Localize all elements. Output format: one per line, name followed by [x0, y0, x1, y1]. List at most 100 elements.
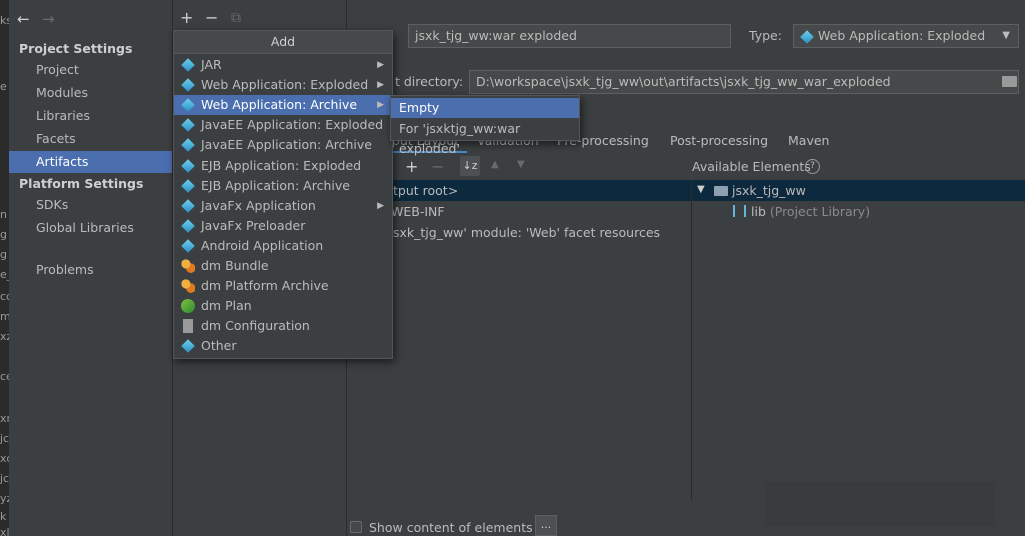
edge-fragment: yz	[0, 492, 9, 505]
settings-sidebar: ← → Project Settings Project Modules Lib…	[9, 0, 173, 536]
edge-fragment: e_	[0, 268, 9, 281]
menu-item-javafx-preloader[interactable]: JavaFx Preloader	[174, 216, 392, 236]
menu-item-label: JavaEE Application: Exploded	[201, 117, 384, 133]
globe-icon	[181, 299, 195, 314]
tree-item-facet-resources[interactable]: sxk_tjg_ww' module: 'Web' facet resource…	[393, 225, 660, 240]
artifact-name-field[interactable]: jsxk_tjg_ww:war exploded	[408, 24, 731, 48]
submenu-arrow-icon: ▶	[377, 200, 384, 211]
sidebar-item-problems[interactable]: Problems	[36, 262, 94, 277]
web-archive-submenu: Empty For 'jsxktjg_ww:war exploded'	[390, 95, 580, 156]
menu-item-label: dm Platform Archive	[201, 278, 329, 294]
submenu-item-empty[interactable]: Empty	[391, 98, 579, 118]
menu-item-javafx-application[interactable]: JavaFx Application ▶	[174, 196, 392, 216]
sidebar-item-facets[interactable]: Facets	[36, 131, 76, 146]
remove-element-button[interactable]: −	[431, 157, 444, 176]
left-edge-strip: ks e n g g e_ cc m xz ce xr jc xc jc yz …	[0, 0, 9, 536]
platform-settings-header: Platform Settings	[19, 176, 144, 191]
diamond-icon	[181, 239, 195, 253]
diamond-icon	[181, 219, 195, 233]
submenu-arrow-icon: ▶	[377, 60, 384, 70]
sidebar-item-artifacts[interactable]: Artifacts	[9, 151, 172, 173]
menu-item-jar[interactable]: JAR ▶	[174, 55, 392, 75]
folder-icon	[714, 186, 728, 196]
web-app-icon	[181, 98, 195, 112]
project-settings-header: Project Settings	[19, 41, 133, 56]
menu-item-dm-configuration[interactable]: dm Configuration	[174, 316, 392, 336]
menu-item-javaee-application-archive[interactable]: JavaEE Application: Archive	[174, 135, 392, 155]
tab-post-processing[interactable]: Post-processing	[670, 133, 768, 148]
type-select[interactable]: Web Application: Exploded ▼	[793, 24, 1019, 48]
show-content-checkbox[interactable]	[350, 521, 362, 533]
help-icon[interactable]: ?	[805, 159, 820, 174]
sidebar-item-global-libraries[interactable]: Global Libraries	[36, 220, 134, 235]
add-menu: Add JAR ▶ Web Application: Exploded ▶ Web Ap…	[173, 30, 393, 359]
bundle-icon	[181, 279, 195, 294]
tree-item-web-inf[interactable]: WEB-INF	[391, 204, 445, 219]
edge-fragment: xr	[0, 412, 9, 425]
add-element-button[interactable]: +	[405, 157, 418, 176]
diamond-icon	[181, 339, 195, 354]
artifact-editor: : jsxk_tjg_ww:war exploded Type: Web App…	[347, 0, 1025, 536]
menu-item-ejb-application-archive[interactable]: EJB Application: Archive	[174, 176, 392, 196]
tab-maven[interactable]: Maven	[788, 133, 829, 148]
move-down-button[interactable]: ▼	[517, 159, 525, 170]
menu-item-label: dm Plan	[201, 298, 252, 314]
tree-item-output-root[interactable]: tput root>	[393, 183, 458, 198]
javaee-icon	[181, 138, 195, 153]
menu-item-ejb-application-exploded[interactable]: EJB Application: Exploded	[174, 156, 392, 176]
sidebar-item-modules[interactable]: Modules	[36, 85, 88, 100]
menu-item-label: Web Application: Archive	[201, 97, 358, 113]
forward-button[interactable]: →	[42, 10, 55, 28]
tree-item-module[interactable]: jsxk_tjg_ww	[732, 183, 806, 198]
submenu-arrow-icon: ▶	[377, 100, 384, 111]
lib-name: lib	[751, 204, 766, 219]
show-content-label: Show content of elements	[369, 520, 533, 535]
submenu-item-label: For 'jsxktjg_ww:war exploded'	[399, 121, 521, 156]
edge-fragment: g	[0, 228, 7, 241]
menu-item-label: EJB Application: Exploded	[201, 157, 362, 173]
menu-item-label: EJB Application: Archive	[201, 177, 350, 193]
menu-item-dm-plan[interactable]: dm Plan	[174, 296, 392, 316]
menu-item-dm-platform-archive[interactable]: dm Platform Archive	[174, 276, 392, 296]
move-up-button[interactable]: ▲	[491, 159, 499, 170]
edge-fragment: k	[0, 510, 7, 523]
edge-fragment: ce	[0, 370, 9, 383]
output-dir-label: t directory:	[395, 74, 464, 89]
menu-item-label: JAR	[201, 57, 222, 72]
menu-item-dm-bundle[interactable]: dm Bundle	[174, 256, 392, 276]
edge-fragment: jc	[0, 472, 9, 485]
menu-item-web-application-exploded[interactable]: Web Application: Exploded ▶	[174, 75, 392, 95]
output-dir-field[interactable]: D:\workspace\jsxk_tjg_ww\out\artifacts\j…	[469, 70, 1019, 94]
menu-item-label: Web Application: Exploded	[201, 77, 369, 93]
folder-icon[interactable]	[1002, 76, 1017, 87]
submenu-arrow-icon: ▶	[377, 80, 384, 91]
menu-item-label: dm Bundle	[201, 258, 269, 273]
menu-item-android-application[interactable]: Android Application	[174, 236, 392, 256]
menu-item-javaee-application-exploded[interactable]: JavaEE Application: Exploded	[174, 115, 392, 135]
library-icon	[733, 205, 746, 217]
more-button[interactable]: ...	[535, 515, 557, 536]
remove-button[interactable]: −	[205, 8, 218, 27]
expand-arrow-icon[interactable]: ▼	[697, 184, 705, 195]
menu-item-web-application-archive[interactable]: Web Application: Archive ▶	[174, 95, 392, 116]
tree-item-lib[interactable]: lib (Project Library)	[751, 204, 870, 219]
sort-button[interactable]: ↓z	[460, 156, 480, 176]
available-tree: ▼ jsxk_tjg_ww lib (Project Library)	[691, 180, 1025, 500]
sidebar-item-libraries[interactable]: Libraries	[36, 108, 90, 123]
edge-fragment: jc	[0, 432, 9, 445]
web-app-icon	[181, 78, 195, 92]
sidebar-item-sdks[interactable]: SDKs	[36, 197, 68, 212]
edge-fragment: xc	[0, 452, 9, 465]
add-button[interactable]: +	[180, 8, 193, 27]
copy-button[interactable]: ⧉	[231, 10, 241, 26]
notification-shadow	[765, 482, 995, 526]
submenu-item-for-war-exploded[interactable]: For 'jsxktjg_ww:war exploded'	[391, 119, 579, 156]
menu-item-label: JavaFx Application	[201, 197, 316, 213]
bundle-icon	[181, 259, 195, 273]
back-button[interactable]: ←	[17, 10, 30, 28]
menu-item-label: JavaEE Application: Archive	[201, 137, 372, 153]
submenu-item-label: Empty	[399, 100, 440, 115]
sidebar-item-project[interactable]: Project	[36, 62, 79, 77]
menu-item-other[interactable]: Other	[174, 336, 392, 356]
edge-fragment: e	[0, 80, 7, 93]
